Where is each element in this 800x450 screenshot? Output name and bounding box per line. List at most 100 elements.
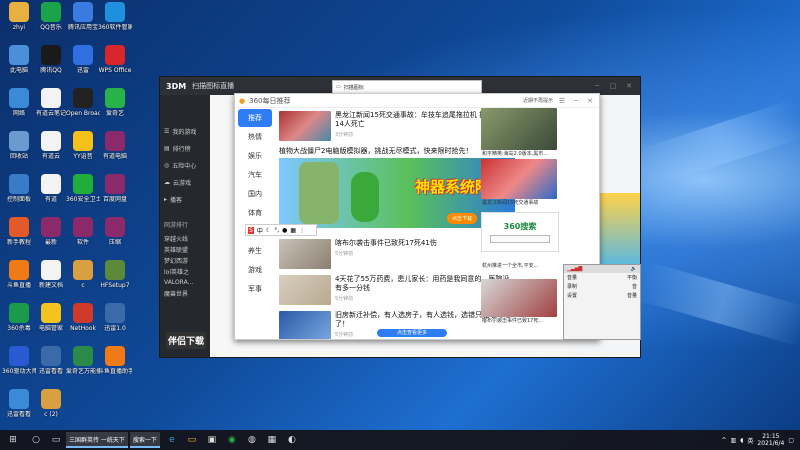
desktop-icon[interactable]: 迅雷看看 xyxy=(2,389,36,418)
minimize-icon[interactable]: ─ xyxy=(571,97,581,105)
network-icon[interactable]: ▥ xyxy=(731,437,737,444)
ime-indicator-icon[interactable]: 英 xyxy=(747,436,753,445)
taskbar-app-search[interactable]: 搜索一下 xyxy=(129,432,160,448)
file-explorer-icon[interactable]: ▭ xyxy=(182,430,202,450)
desktop-icon[interactable]: 有道云笔记 xyxy=(34,88,68,117)
desktop-icon[interactable]: 腾讯应用宝 xyxy=(66,2,100,31)
keyboard-icon[interactable]: ▦ xyxy=(290,227,296,234)
desktop-icon[interactable]: 360驱动大师 xyxy=(2,346,36,375)
punctuation-icon[interactable]: °, xyxy=(274,227,279,234)
desktop-icon[interactable]: 控制面板 xyxy=(2,174,36,203)
news-thumbnail[interactable] xyxy=(481,279,557,317)
tab-category[interactable]: 推荐 xyxy=(238,109,272,127)
desktop-icon[interactable]: 迅雷1.0 xyxy=(98,303,132,332)
taskbar-app-game[interactable]: 三国群英传 一统天下 xyxy=(66,432,128,448)
start-button[interactable]: ⊞ xyxy=(0,430,26,450)
desktop-icon[interactable]: 网络 xyxy=(2,88,36,117)
promo-image[interactable] xyxy=(596,193,640,273)
close-icon[interactable]: ✕ xyxy=(585,97,595,105)
game-list-item[interactable]: 魔兽世界 xyxy=(160,288,210,299)
edge-icon[interactable]: e xyxy=(162,430,182,450)
tab-category[interactable]: 汽车 xyxy=(238,166,272,184)
grid-icon[interactable]: ⋮ xyxy=(299,227,305,234)
desktop-icon[interactable]: YY语音 xyxy=(66,131,100,160)
desktop-icon[interactable]: 软件 xyxy=(66,217,100,246)
search-input[interactable] xyxy=(490,235,550,243)
desktop-icon[interactable]: 360安全卫士 xyxy=(66,174,100,203)
desktop-icon[interactable]: 有道云 xyxy=(34,131,68,160)
sidebar-item-cloud[interactable]: ☁ 云游戏 xyxy=(160,174,210,191)
mic-icon[interactable]: ● xyxy=(282,227,287,234)
search-icon[interactable]: ○ xyxy=(26,430,46,450)
maximize-icon[interactable]: □ xyxy=(608,82,618,90)
desktop-icon[interactable]: 新建文档 xyxy=(34,260,68,289)
load-more-button[interactable]: 点击查看更多 xyxy=(377,329,447,337)
desktop-icon[interactable]: 新手教程 xyxy=(2,217,36,246)
moon-icon[interactable]: ☾ xyxy=(266,227,271,234)
obs-icon[interactable]: ◍ xyxy=(242,430,262,450)
sidebar-item-center[interactable]: ◎ 五险中心 xyxy=(160,157,210,174)
banner-download-button[interactable]: 点击下载 xyxy=(446,213,477,224)
browser-icon[interactable]: ◉ xyxy=(222,430,242,450)
news-thumbnail[interactable] xyxy=(481,159,557,199)
desktop-icon[interactable]: 压缩 xyxy=(98,217,132,246)
ime-toolbar[interactable]: S 中 ☾ °, ● ▦ ⋮ xyxy=(245,224,317,236)
sidebar-item-ranking[interactable]: ▤ 排行榜 xyxy=(160,140,210,157)
sidebar-item-my-games[interactable]: ☰ 我的游戏 xyxy=(160,123,210,140)
game-list-item[interactable]: 梦幻西游 xyxy=(160,255,210,266)
desktop-icon[interactable]: 此电脑 xyxy=(2,45,36,74)
desktop-icon[interactable]: 斗鱼直播 xyxy=(2,260,36,289)
tab-category[interactable]: 娱乐 xyxy=(238,147,272,165)
tab-category[interactable]: 养生 xyxy=(238,242,272,260)
desktop-icon[interactable]: 有道 xyxy=(34,174,68,203)
game-list-item[interactable]: 英雄联盟 xyxy=(160,244,210,255)
tab-category[interactable]: 热情 xyxy=(238,128,272,146)
desktop-icon[interactable]: 爱奇艺 xyxy=(98,88,132,117)
tab-category[interactable]: 体育 xyxy=(238,204,272,222)
game-banner[interactable]: 伴侣下载 xyxy=(166,332,207,349)
news-ticker[interactable]: 杭州推进一个全市,平安... xyxy=(481,262,559,271)
news-thumbnail[interactable] xyxy=(481,108,557,150)
desktop-icon[interactable]: QQ音乐 xyxy=(34,2,68,31)
desktop-icon[interactable]: 迅雷看看 xyxy=(34,346,68,375)
app-icon[interactable]: ▦ xyxy=(262,430,282,450)
tab-category[interactable]: 国内 xyxy=(238,185,272,203)
desktop-icon[interactable]: WPS Office xyxy=(98,45,132,74)
volume-icon[interactable]: ◖ xyxy=(740,437,743,444)
news-popup-window[interactable]: ● 360每日推荐 近期不再提示 ☰ ─ ✕ 推荐热情娱乐汽车国内体育财经养生游… xyxy=(234,93,600,340)
close-icon[interactable]: ✕ xyxy=(624,82,634,90)
menu-icon[interactable]: ☰ xyxy=(557,97,567,105)
volume-panel[interactable]: ▁▃▅▇ 🔈 音量 平衡 录制音 设置 音量 xyxy=(563,264,641,340)
desktop-icon[interactable]: 百度网盘 xyxy=(98,174,132,203)
desktop-icon[interactable]: zhyi xyxy=(2,2,36,31)
desktop-icon[interactable]: HFSetup7 xyxy=(98,260,132,289)
desktop-icon[interactable]: c xyxy=(66,260,100,289)
desktop-icon[interactable]: 迅雷 xyxy=(66,45,100,74)
sidebar-item-podcast[interactable]: ▸ 播客 xyxy=(160,191,210,208)
tab-category[interactable]: 游戏 xyxy=(238,261,272,279)
desktop-icon[interactable]: 360杀毒 xyxy=(2,303,36,332)
desktop-icon[interactable]: Open Broadcaster xyxy=(66,88,100,117)
notification-icon[interactable]: ▢ xyxy=(788,437,794,444)
desktop-icon[interactable]: 有道电脑 xyxy=(98,131,132,160)
tab-category[interactable]: 军事 xyxy=(238,280,272,298)
mini-browser-window[interactable]: ▭ 扫描图标 xyxy=(332,80,482,94)
dismiss-link[interactable]: 近期不再提示 xyxy=(523,97,553,104)
desktop-icon[interactable]: 最新 xyxy=(34,217,68,246)
desktop-icon[interactable]: 360软件管家 xyxy=(98,2,132,31)
taskbar-clock[interactable]: 21:15 2021/6/4 xyxy=(757,433,784,447)
qq-icon[interactable]: ◐ xyxy=(282,430,302,450)
desktop-icon[interactable]: 爱奇艺万能播放器 xyxy=(66,346,100,375)
speaker-icon[interactable]: 🔈 xyxy=(631,266,637,272)
tray-up-arrow-icon[interactable]: ^ xyxy=(721,437,726,444)
store-icon[interactable]: ▣ xyxy=(202,430,222,450)
desktop-icon[interactable]: c (2) xyxy=(34,389,68,418)
desktop-icon[interactable]: 回收站 xyxy=(2,131,36,160)
game-list-item[interactable]: lol英雄之 xyxy=(160,266,210,277)
game-list-item[interactable]: VALORA... xyxy=(160,277,210,288)
minimize-icon[interactable]: ─ xyxy=(592,82,602,90)
task-view-icon[interactable]: ▭ xyxy=(46,430,66,450)
game-list-item[interactable]: 穿越火线 xyxy=(160,233,210,244)
game-ad-banner[interactable]: 神器系统降临 点击下载 xyxy=(279,158,515,228)
desktop-icon[interactable]: 腾讯QQ xyxy=(34,45,68,74)
